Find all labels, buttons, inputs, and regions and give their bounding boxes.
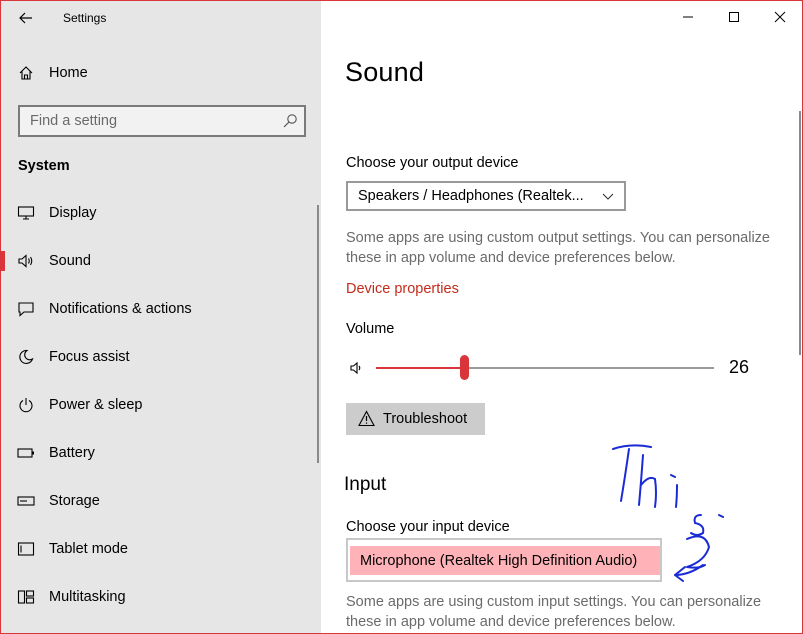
notification-icon [17,300,35,318]
sidebar-item-label: Display [49,205,97,221]
volume-slider-row: 26 [346,351,766,385]
input-device-label: Choose your input device [346,519,510,535]
title-bar: Settings [1,1,321,35]
back-arrow-icon [19,12,32,24]
search-icon[interactable] [282,113,298,129]
main-panel: Sound Choose your output device Speakers… [321,1,802,633]
main-scrollbar[interactable] [799,111,801,355]
page-title: Sound [345,57,425,87]
section-heading-system: System [18,158,70,174]
sidebar-item-storage[interactable]: Storage [1,481,321,521]
sidebar-item-label: Storage [49,493,100,509]
chevron-down-icon [602,193,614,200]
input-device-dropdown[interactable]: Microphone (Realtek High Definition Audi… [346,538,662,582]
sidebar-item-battery[interactable]: Battery [1,433,321,473]
speaker-icon [17,252,35,270]
volume-slider[interactable] [376,355,714,380]
sidebar-item-focus-assist[interactable]: Focus assist [1,337,321,377]
device-properties-link[interactable]: Device properties [346,281,459,297]
minimize-button[interactable] [665,1,711,33]
power-icon [17,396,35,414]
sidebar-scrollbar[interactable] [317,205,319,463]
speaker-icon[interactable] [349,360,365,376]
sidebar-item-label: Multitasking [49,589,126,605]
sidebar-item-label: Focus assist [49,349,130,365]
sidebar-item-label: Battery [49,445,95,461]
sidebar-item-notifications[interactable]: Notifications & actions [1,289,321,329]
troubleshoot-button[interactable]: Troubleshoot [346,403,485,435]
input-device-value: Microphone (Realtek High Definition Audi… [350,546,660,575]
storage-icon [17,492,35,510]
battery-icon [17,444,35,462]
home-icon [17,64,35,82]
volume-slider-fill [376,367,464,369]
output-device-value: Speakers / Headphones (Realtek... [358,188,584,204]
settings-window: Settings Home System Display [0,0,803,634]
sidebar-item-label: Home [49,65,88,81]
maximize-icon [729,12,739,22]
input-section-title: Input [344,474,387,495]
minimize-icon [683,16,693,18]
volume-value: 26 [729,357,750,377]
sidebar-item-label: Notifications & actions [49,301,192,317]
sidebar-item-label: Power & sleep [49,397,143,413]
sidebar-item-multitasking[interactable]: Multitasking [1,577,321,617]
sidebar-item-display[interactable]: Display [1,193,321,233]
moon-icon [17,348,35,366]
sidebar-item-power-sleep[interactable]: Power & sleep [1,385,321,425]
maximize-button[interactable] [711,1,757,33]
output-description: Some apps are using custom output settin… [346,230,770,266]
sidebar: Settings Home System Display [1,1,321,633]
display-icon [17,204,35,222]
sidebar-item-label: Tablet mode [49,541,128,557]
search-box[interactable] [18,105,306,137]
output-device-dropdown[interactable]: Speakers / Headphones (Realtek... [346,181,626,211]
close-icon [774,11,786,23]
close-button[interactable] [757,1,802,33]
input-description: Some apps are using custom input setting… [346,594,762,630]
sidebar-item-sound[interactable]: Sound [1,241,321,281]
sidebar-item-label: Sound [49,253,91,269]
sidebar-item-tablet-mode[interactable]: Tablet mode [1,529,321,569]
window-controls [665,1,802,33]
app-title: Settings [63,11,107,25]
tablet-icon [17,540,35,558]
volume-label: Volume [346,321,395,337]
sidebar-item-home[interactable]: Home [1,53,321,93]
search-input[interactable] [20,107,275,135]
output-device-label: Choose your output device [346,155,519,171]
back-button[interactable] [14,7,38,29]
multitasking-icon [17,588,35,606]
volume-slider-thumb[interactable] [460,355,469,380]
troubleshoot-label: Troubleshoot [383,411,468,427]
warning-icon [358,410,375,427]
